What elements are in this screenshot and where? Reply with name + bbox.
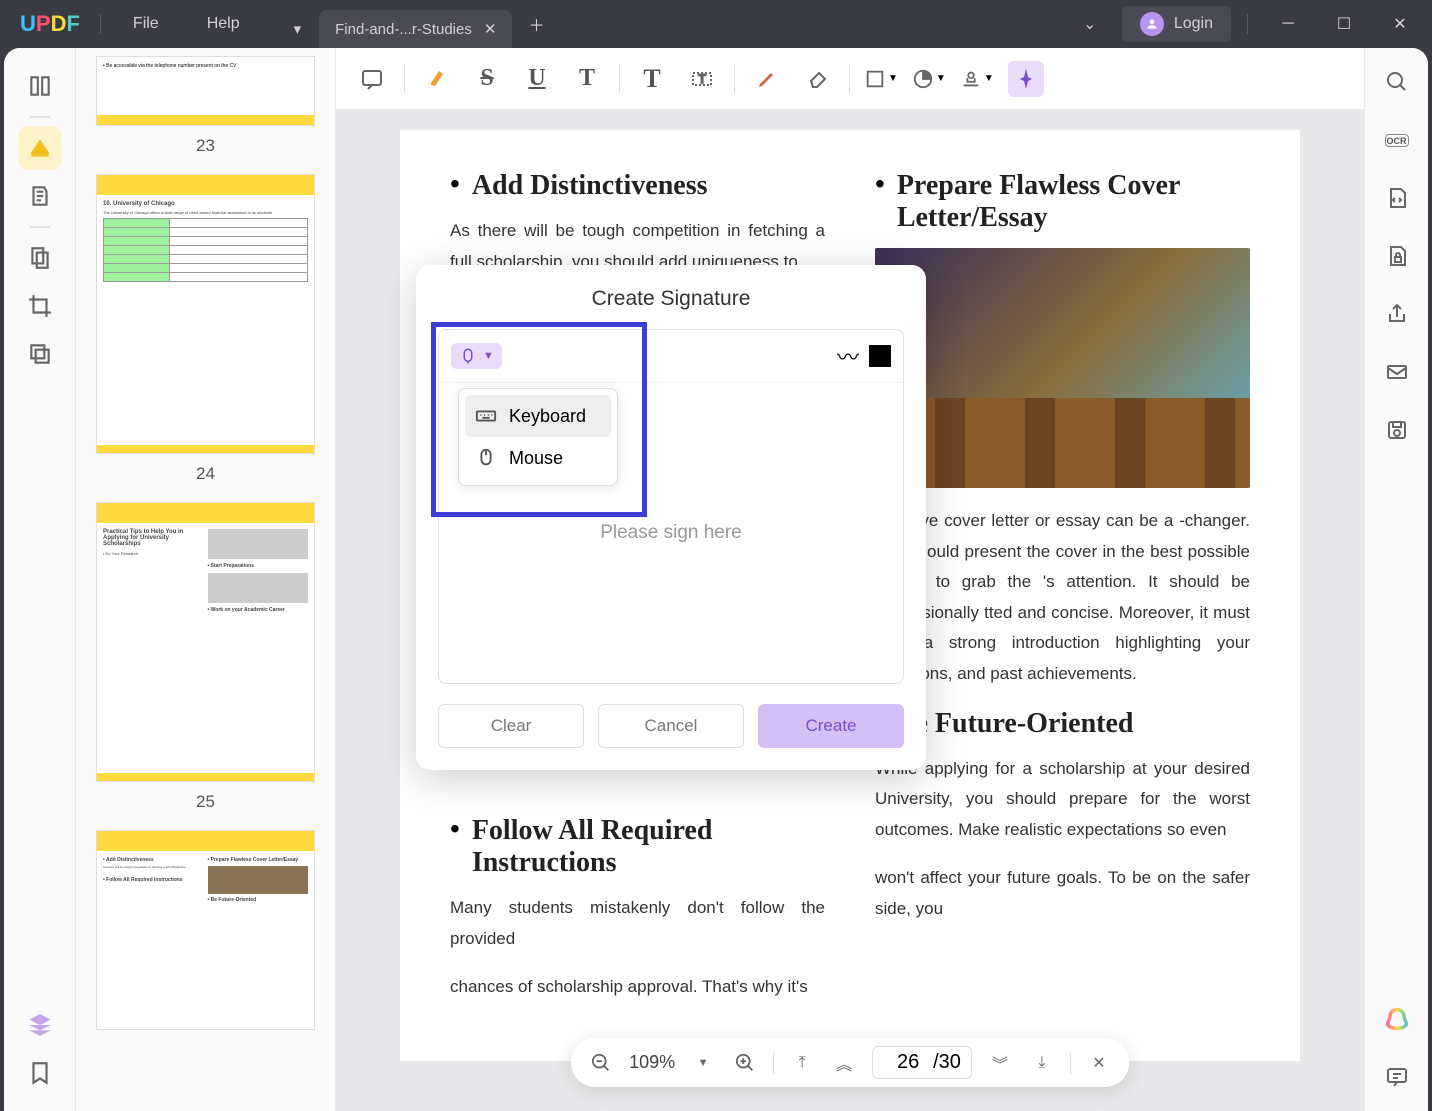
zoom-out-button[interactable] [587, 1049, 615, 1077]
zoom-level: 109% [629, 1052, 675, 1073]
titlebar: UPDF File Help ▾ Find-and-...r-Studies ✕… [0, 0, 1432, 48]
right-sidebar: OCR [1364, 48, 1428, 1111]
paragraph: pressive cover letter or essay can be a … [875, 506, 1250, 690]
main-area: S U T T T ▼ ▼ ▼ Add Distinctiveness As t… [336, 48, 1364, 1111]
strikethrough-tool[interactable]: S [469, 61, 505, 97]
page-total: 30 [939, 1051, 961, 1074]
document-viewport[interactable]: Add Distinctiveness As there will be tou… [336, 110, 1364, 1111]
ocr-tool[interactable]: OCR [1379, 122, 1415, 158]
left-sidebar [4, 48, 76, 1111]
create-signature-modal: Create Signature ▼ 〰 Please sign here [416, 265, 926, 770]
close-bar-button[interactable]: ✕ [1085, 1049, 1113, 1077]
chat-tool[interactable] [1379, 1059, 1415, 1095]
mouse-option[interactable]: Mouse [465, 437, 611, 479]
paragraph: won't affect your future goals. To be on… [875, 863, 1250, 924]
annotation-toolbar: S U T T T ▼ ▼ ▼ [336, 48, 1364, 110]
login-label: Login [1174, 15, 1213, 33]
convert-tool[interactable] [1379, 180, 1415, 216]
create-button[interactable]: Create [758, 704, 904, 748]
tab-close-icon[interactable]: ✕ [484, 20, 497, 38]
avatar-icon [1140, 12, 1164, 36]
modal-title: Create Signature [438, 287, 904, 311]
eraser-tool[interactable] [799, 61, 835, 97]
edit-tool[interactable] [18, 174, 62, 218]
email-tool[interactable] [1379, 354, 1415, 390]
thumbnail-24[interactable]: 10. University of Chicago The University… [96, 174, 315, 484]
heading: Add Distinctiveness [472, 170, 708, 202]
highlight-tool[interactable] [18, 126, 62, 170]
cover-letter-image [875, 248, 1250, 488]
minimize-button[interactable]: ─ [1264, 6, 1312, 42]
thumbnails-panel[interactable]: • Be accessible via the telephone number… [76, 48, 336, 1111]
prev-page-button[interactable]: ︽ [830, 1049, 858, 1077]
thumb-label: 24 [96, 464, 315, 484]
bottom-navigation: 109% ▼ ⤒ ︽ / 30 ︾ ⤓ ✕ [571, 1038, 1129, 1087]
zoom-dropdown[interactable]: ▼ [689, 1049, 717, 1077]
thumbnail-23[interactable]: • Be accessible via the telephone number… [96, 56, 315, 156]
highlighter-tool[interactable] [419, 61, 455, 97]
signature-mode-menu: Keyboard Mouse [458, 388, 618, 486]
maximize-button[interactable]: ☐ [1320, 6, 1368, 42]
shape-tool[interactable]: ▼ [864, 68, 898, 90]
reader-tool[interactable] [18, 64, 62, 108]
ai-tool[interactable] [1379, 1001, 1415, 1037]
bookmark-tool[interactable] [18, 1051, 62, 1095]
menu-help[interactable]: Help [183, 15, 264, 33]
login-button[interactable]: Login [1122, 6, 1231, 42]
thumbnail-25[interactable]: Practical Tips to Help You in Applying f… [96, 502, 315, 812]
heading: Prepare Flawless Cover Letter/Essay [897, 170, 1250, 234]
page-tool[interactable] [18, 236, 62, 280]
tab-title: Find-and-...r-Studies [335, 21, 472, 38]
keyboard-option[interactable]: Keyboard [465, 395, 611, 437]
thumb-label: 25 [96, 792, 315, 812]
menu-file[interactable]: File [109, 15, 183, 33]
dd-label: Mouse [509, 448, 563, 469]
next-page-button[interactable]: ︾ [986, 1049, 1014, 1077]
textbox-tool[interactable]: T [684, 61, 720, 97]
sticker-tool[interactable]: ▼ [912, 68, 946, 90]
page-indicator: / 30 [872, 1046, 972, 1079]
underline-tool[interactable]: U [519, 61, 555, 97]
share-tool[interactable] [1379, 296, 1415, 332]
heading: Be Future-Oriented [897, 708, 1134, 740]
page-input[interactable] [883, 1051, 933, 1074]
zoom-in-button[interactable] [731, 1049, 759, 1077]
text-tool[interactable]: T [634, 61, 670, 97]
clear-button[interactable]: Clear [438, 704, 584, 748]
signature-tool[interactable] [1008, 61, 1044, 97]
color-swatch[interactable] [869, 345, 891, 367]
search-icon[interactable] [1379, 64, 1415, 100]
close-button[interactable]: ✕ [1376, 6, 1424, 42]
pencil-tool[interactable] [749, 61, 785, 97]
stamp-tool[interactable]: ▼ [960, 68, 994, 90]
chevron-down-icon[interactable]: ⌄ [1066, 6, 1114, 42]
document-tab[interactable]: Find-and-...r-Studies ✕ [319, 10, 512, 48]
signature-mode-dropdown[interactable]: ▼ [451, 343, 502, 369]
first-page-button[interactable]: ⤒ [788, 1049, 816, 1077]
layers-tool[interactable] [18, 1003, 62, 1047]
last-page-button[interactable]: ⤓ [1028, 1049, 1056, 1077]
save-tool[interactable] [1379, 412, 1415, 448]
divider [100, 14, 101, 34]
protect-tool[interactable] [1379, 238, 1415, 274]
compare-tool[interactable] [18, 332, 62, 376]
app-logo: UPDF [8, 11, 92, 37]
squiggly-tool[interactable]: T [569, 61, 605, 97]
svg-text:T: T [698, 72, 706, 86]
paragraph: chances of scholarship approval. That's … [450, 972, 825, 1003]
comment-tool[interactable] [354, 61, 390, 97]
thumbnail-26[interactable]: • Add DistinctivenessAs there will be to… [96, 830, 315, 1030]
paragraph: Many students mistakenly don't follow th… [450, 893, 825, 954]
paragraph: While applying for a scholarship at your… [875, 754, 1250, 846]
thumb-label: 23 [96, 136, 315, 156]
new-tab-button[interactable]: ＋ [516, 12, 556, 36]
cancel-button[interactable]: Cancel [598, 704, 744, 748]
dd-label: Keyboard [509, 406, 586, 427]
crop-tool[interactable] [18, 284, 62, 328]
tab-dropdown[interactable]: ▾ [284, 10, 312, 48]
heading: Follow All Required Instructions [472, 815, 825, 879]
stroke-width-icon[interactable]: 〰 [837, 340, 859, 372]
